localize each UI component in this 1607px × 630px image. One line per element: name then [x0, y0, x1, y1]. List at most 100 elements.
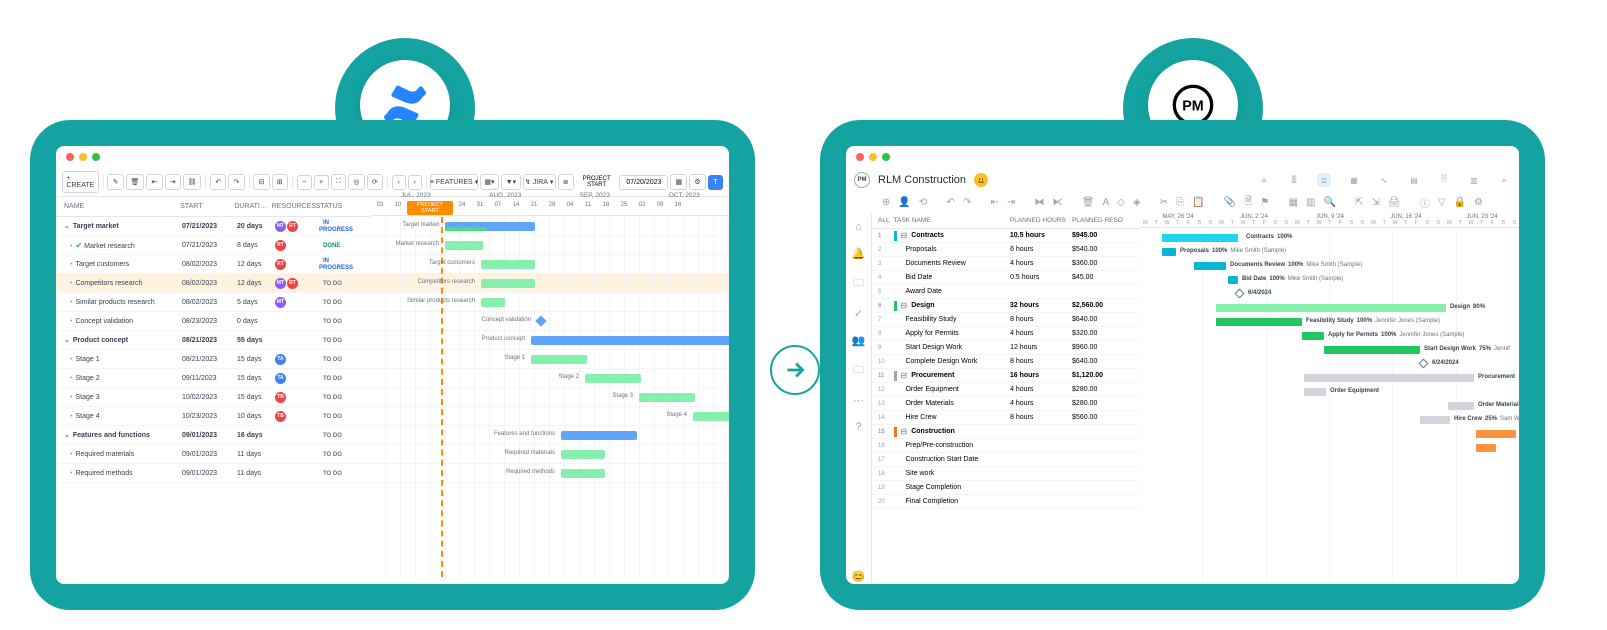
- view-calendar-icon[interactable]: ▦: [1347, 173, 1361, 187]
- project-title: RLM Construction: [878, 174, 966, 186]
- expand-icon[interactable]: ⊞: [272, 174, 288, 190]
- link-icon[interactable]: ⛓: [183, 174, 201, 190]
- target-icon[interactable]: ◎: [348, 174, 364, 190]
- zoom-in-icon[interactable]: +: [314, 175, 329, 190]
- indent-right-icon[interactable]: ⇥: [165, 174, 181, 190]
- task-row[interactable]: 15⊟Construction: [872, 425, 1140, 439]
- indent-out-icon[interactable]: ⇤: [990, 196, 998, 209]
- task-row[interactable]: 16Prep/Pre-construction: [872, 439, 1140, 453]
- task-row[interactable]: 17Construction Start Date: [872, 453, 1140, 467]
- task-row[interactable]: 12Order Equipment4 hours$280.00: [872, 383, 1140, 397]
- view-list-icon[interactable]: ≡: [1257, 173, 1271, 187]
- more-icon[interactable]: ⋯: [853, 394, 864, 407]
- task-row[interactable]: 7Feasibility Study8 hours$640.00: [872, 313, 1140, 327]
- paste-icon[interactable]: 📋: [1192, 196, 1204, 209]
- create-button[interactable]: + CREATE: [62, 171, 99, 193]
- task-row[interactable]: 9Start Design Work12 hours$960.00: [872, 341, 1140, 355]
- view-dash-icon[interactable]: ▥: [1467, 173, 1481, 187]
- note-icon[interactable]: 🗎: [1244, 196, 1252, 209]
- gantt-chart: Target marketMarket researchTarget custo…: [371, 217, 729, 577]
- trash-icon[interactable]: 🗑: [126, 174, 144, 190]
- fill-icon[interactable]: ◇: [1117, 196, 1125, 209]
- bell-icon[interactable]: 🔔: [852, 247, 866, 260]
- info-icon[interactable]: ⓘ: [1420, 196, 1430, 209]
- filter-icon[interactable]: ▼▾: [501, 174, 521, 190]
- search-icon[interactable]: 🔍: [1323, 196, 1335, 209]
- share-icon[interactable]: ⟲: [919, 196, 927, 209]
- next-icon[interactable]: ›: [408, 175, 422, 190]
- undo-icon[interactable]: ↶: [210, 174, 226, 190]
- view-board-icon[interactable]: ⫿⫿: [1287, 173, 1301, 187]
- indent-in-icon[interactable]: ⇥: [1007, 196, 1015, 209]
- add-icon[interactable]: ⊕: [882, 196, 890, 209]
- jira-dropdown[interactable]: ↯ JIRA ▾: [523, 174, 556, 190]
- team-icon[interactable]: 👥: [852, 334, 866, 347]
- header: PM RLM Construction 😃 ≡ ⫿⫿ ≣ ▦ ∿ ▤ 🗎 ▥ +: [846, 168, 1519, 192]
- task-row[interactable]: 11⊟Procurement16 hours$1,120.00: [872, 369, 1140, 383]
- link-icon[interactable]: ⧓: [1035, 196, 1045, 209]
- settings-icon[interactable]: ⚙: [1474, 196, 1483, 209]
- task-row[interactable]: 1⊟Contracts10.5 hours$945.00: [872, 229, 1140, 243]
- gear-icon[interactable]: ⚙: [689, 174, 706, 190]
- task-row[interactable]: 5Award Date: [872, 285, 1140, 299]
- features-dropdown[interactable]: ≡ FEATURES ▾: [430, 174, 477, 190]
- edit-icon[interactable]: ✎: [107, 174, 123, 190]
- attach-icon[interactable]: 📎: [1224, 196, 1236, 209]
- task-row[interactable]: 13Order Materials4 hours$280.00: [872, 397, 1140, 411]
- columns-icon[interactable]: ▥: [1306, 196, 1315, 209]
- pm-logo-icon: PM: [854, 172, 870, 188]
- view-timeline-icon[interactable]: ∿: [1377, 173, 1391, 187]
- calendar-icon[interactable]: ▦: [670, 174, 687, 190]
- col-cost: PLANNED RESO: [1072, 217, 1134, 224]
- task-row[interactable]: 2Proposals6 hours$540.00: [872, 243, 1140, 257]
- task-row[interactable]: 6⊟Design32 hours$2,560.00: [872, 299, 1140, 313]
- view-doc-icon[interactable]: 🗎: [1437, 173, 1451, 187]
- tag-icon[interactable]: ◈: [1133, 196, 1141, 209]
- task-row[interactable]: 20Final Completion: [872, 495, 1140, 509]
- cut-icon[interactable]: ✂: [1160, 196, 1168, 209]
- home-icon[interactable]: ⌂: [855, 221, 862, 233]
- indent-left-icon[interactable]: ⇤: [146, 174, 162, 190]
- task-row[interactable]: 3Documents Review4 hours$360.00: [872, 257, 1140, 271]
- info-button[interactable]: T: [708, 175, 723, 190]
- user-icon[interactable]: 👤: [898, 196, 910, 209]
- zoom-out-icon[interactable]: −: [297, 175, 312, 190]
- filter-icon[interactable]: ▽: [1438, 196, 1446, 209]
- columns-icon[interactable]: ▦▾: [480, 174, 499, 190]
- help-icon[interactable]: ?: [855, 421, 861, 433]
- undo-icon[interactable]: ↶: [946, 196, 954, 209]
- import-icon[interactable]: ⇱: [1355, 196, 1363, 209]
- view-add-icon[interactable]: +: [1497, 173, 1511, 187]
- trash-icon[interactable]: 🗑: [1082, 196, 1095, 209]
- copy-icon[interactable]: ⎘: [1176, 196, 1184, 209]
- print-icon[interactable]: 🖨: [1388, 196, 1401, 209]
- font-icon[interactable]: A: [1102, 196, 1109, 209]
- start-date-input[interactable]: 07/20/2023: [619, 175, 668, 190]
- arrow-icon: [770, 345, 820, 395]
- redo-icon[interactable]: ↷: [963, 196, 971, 209]
- check-icon[interactable]: ✓: [854, 307, 863, 320]
- task-row[interactable]: 10Complete Design Work8 hours$640.00: [872, 355, 1140, 369]
- task-row[interactable]: 18Site work: [872, 467, 1140, 481]
- export-icon[interactable]: ⇲: [1372, 196, 1380, 209]
- task-row[interactable]: 8Apply for Permits4 hours$320.00: [872, 327, 1140, 341]
- collapse-icon[interactable]: ⊟: [253, 174, 269, 190]
- case-icon[interactable]: 🗀: [853, 361, 864, 380]
- fit-icon[interactable]: ⛶: [331, 174, 347, 190]
- avatar-icon[interactable]: 😊: [852, 570, 866, 583]
- unlink-icon[interactable]: ⧔: [1053, 196, 1063, 209]
- redo-icon[interactable]: ↷: [228, 174, 244, 190]
- list-icon[interactable]: ≣: [558, 174, 574, 190]
- prev-icon[interactable]: ‹: [392, 175, 406, 190]
- today-line: [441, 217, 443, 577]
- flag-icon[interactable]: ⚑: [1260, 196, 1269, 209]
- grid-icon[interactable]: ▦: [1289, 196, 1298, 209]
- task-row[interactable]: 19Stage Completion: [872, 481, 1140, 495]
- view-sheet-icon[interactable]: ▤: [1407, 173, 1421, 187]
- lock-icon[interactable]: 🔒: [1454, 196, 1466, 209]
- refresh-icon[interactable]: ⟳: [367, 174, 383, 190]
- task-row[interactable]: 4Bid Date0.5 hours$45.00: [872, 271, 1140, 285]
- task-row[interactable]: 14Hire Crew8 hours$560.00: [872, 411, 1140, 425]
- folder-icon[interactable]: 🗀: [853, 274, 864, 293]
- view-gantt-icon[interactable]: ≣: [1317, 173, 1331, 187]
